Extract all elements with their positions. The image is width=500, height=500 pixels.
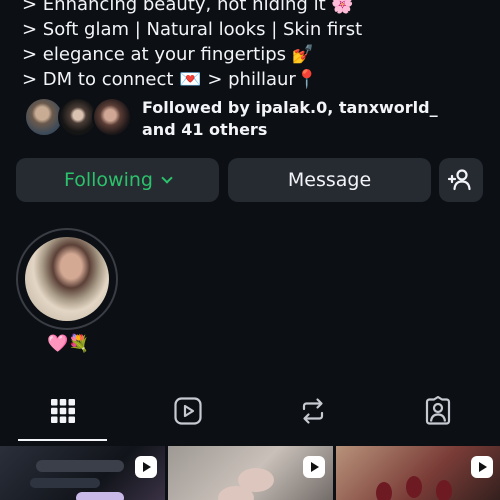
grid-icon — [50, 399, 75, 423]
reel-indicator-icon — [471, 456, 493, 478]
message-label: Message — [287, 169, 372, 191]
person-plus-icon — [448, 169, 471, 191]
post-thumbnail[interactable] — [168, 446, 333, 500]
posts-grid — [0, 446, 500, 500]
reposts-icon — [302, 398, 323, 424]
post-thumbnail[interactable] — [0, 446, 165, 500]
active-tab-indicator — [18, 439, 107, 441]
thumbnail-content — [376, 482, 392, 500]
tab-tagged[interactable] — [375, 386, 500, 436]
thumbnail-content — [36, 460, 124, 472]
bio-line: > elegance at your fingertips 💅 — [22, 44, 315, 65]
followed-by-line: Followed by ipalak.0, tanxworld_ — [142, 98, 438, 117]
message-button[interactable]: Message — [228, 158, 431, 202]
bio-line: > DM to connect 💌 > phillaur📍 — [22, 69, 319, 90]
following-label: Following — [64, 169, 153, 191]
followed-by-text[interactable]: Followed by ipalak.0, tanxworld_ and 41 … — [142, 97, 438, 141]
bio-line: > Enhancing beauty, not hiding it 🌸 — [22, 0, 354, 15]
highlight-cover-image[interactable] — [25, 237, 109, 321]
highlight-label: 🩷💐 — [47, 334, 90, 354]
story-highlight[interactable] — [16, 228, 118, 330]
thumbnail-content — [76, 492, 124, 500]
tab-reels[interactable] — [125, 386, 250, 436]
post-thumbnail[interactable] — [336, 446, 500, 500]
followed-by-line: and 41 others — [142, 120, 268, 139]
bio-line: > Soft glam | Natural looks | Skin first — [22, 19, 363, 40]
chevron-down-icon — [161, 171, 173, 184]
thumbnail-content — [406, 476, 422, 498]
tab-posts[interactable] — [0, 386, 125, 436]
thumbnail-content — [436, 480, 452, 500]
reels-icon — [173, 397, 202, 425]
tab-reposts[interactable] — [250, 386, 375, 436]
following-button[interactable]: Following — [16, 158, 219, 202]
profile-bio: > Enhancing beauty, not hiding it 🌸 > So… — [22, 0, 492, 92]
avatar[interactable] — [92, 97, 132, 137]
mutual-followers-avatars[interactable] — [22, 95, 132, 139]
followed-by[interactable]: Followed by ipalak.0, tanxworld_ and 41 … — [22, 95, 492, 141]
reel-indicator-icon — [135, 456, 157, 478]
tagged-icon — [425, 396, 450, 425]
reel-indicator-icon — [303, 456, 325, 478]
thumbnail-content — [30, 478, 100, 488]
add-user-button[interactable] — [439, 158, 483, 202]
profile-tabs — [0, 386, 500, 444]
